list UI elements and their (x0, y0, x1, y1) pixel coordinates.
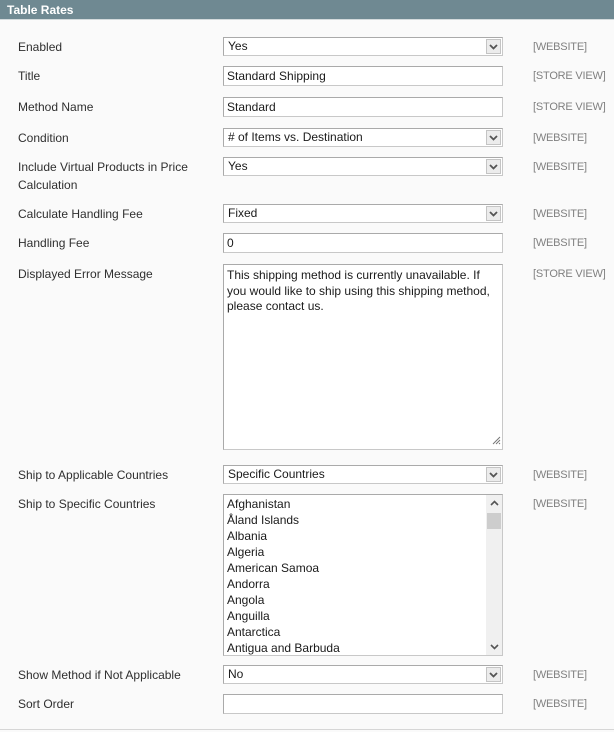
resize-grip-icon[interactable] (492, 434, 501, 448)
label-include-virtual-products: Include Virtual Products in Price Calcul… (18, 160, 188, 192)
include-virtual-products-value: Yes (228, 159, 248, 173)
displayed-error-message-textarea[interactable]: This shipping method is currently unavai… (223, 264, 503, 450)
country-option[interactable]: Antarctica (227, 624, 484, 640)
scope-method-name: [STORE VIEW] (533, 101, 606, 113)
scope-ship-to-specific-countries: [WEBSITE] (533, 498, 587, 510)
scope-calculate-handling-fee: [WEBSITE] (533, 208, 587, 220)
include-virtual-products-select[interactable]: Yes (223, 157, 503, 176)
scope-handling-fee: [WEBSITE] (533, 237, 587, 249)
label-calculate-handling-fee: Calculate Handling Fee (18, 207, 143, 221)
country-option[interactable]: Albania (227, 528, 484, 544)
handling-fee-input[interactable]: 0 (223, 233, 503, 253)
label-method-name: Method Name (18, 100, 94, 114)
method-name-input[interactable]: Standard (223, 97, 503, 117)
scrollbar[interactable] (486, 495, 502, 655)
section-header-table-rates[interactable]: Table Rates (0, 0, 614, 20)
condition-select[interactable]: # of Items vs. Destination (223, 128, 503, 147)
enabled-value: Yes (228, 39, 248, 53)
title-value: Standard Shipping (227, 69, 326, 83)
country-option[interactable]: Åland Islands (227, 512, 484, 528)
country-options: Afghanistan Åland Islands Albania Algeri… (227, 496, 484, 655)
condition-value: # of Items vs. Destination (228, 130, 363, 144)
section-title: Table Rates (7, 3, 74, 17)
label-condition: Condition (18, 131, 69, 145)
country-option[interactable]: Andorra (227, 576, 484, 592)
country-option[interactable]: Algeria (227, 544, 484, 560)
country-option[interactable]: Angola (227, 592, 484, 608)
ship-to-applicable-countries-value: Specific Countries (228, 467, 325, 481)
enabled-select[interactable]: Yes (223, 37, 503, 56)
calculate-handling-fee-value: Fixed (228, 206, 258, 220)
country-option[interactable]: American Samoa (227, 560, 484, 576)
calculate-handling-fee-select[interactable]: Fixed (223, 204, 503, 223)
scope-title: [STORE VIEW] (533, 70, 606, 82)
chevron-down-icon[interactable] (486, 206, 501, 221)
scope-displayed-error-message: [STORE VIEW] (533, 268, 606, 280)
displayed-error-message-value: This shipping method is currently unavai… (227, 268, 490, 313)
show-method-if-not-applicable-select[interactable]: No (223, 665, 503, 684)
label-title: Title (18, 69, 41, 83)
country-option[interactable]: Afghanistan (227, 496, 484, 512)
section-bottom-divider (0, 729, 614, 730)
label-enabled: Enabled (18, 40, 63, 54)
scrollbar-thumb[interactable] (487, 513, 501, 529)
show-method-if-not-applicable-value: No (228, 667, 244, 681)
scope-show-method-if-not-applicable: [WEBSITE] (533, 669, 587, 681)
label-ship-to-applicable-countries: Ship to Applicable Countries (18, 468, 169, 482)
scope-enabled: [WEBSITE] (533, 41, 587, 53)
chevron-down-icon[interactable] (486, 159, 501, 174)
label-sort-order: Sort Order (18, 697, 75, 711)
title-input[interactable]: Standard Shipping (223, 66, 503, 86)
handling-fee-value: 0 (227, 236, 234, 250)
label-ship-to-specific-countries: Ship to Specific Countries (18, 497, 156, 511)
scope-include-virtual-products: [WEBSITE] (533, 161, 587, 173)
country-option[interactable]: Antigua and Barbuda (227, 640, 484, 655)
chevron-down-icon[interactable] (486, 39, 501, 54)
method-name-value: Standard (227, 100, 276, 114)
label-displayed-error-message: Displayed Error Message (18, 267, 153, 281)
country-option[interactable]: Anguilla (227, 608, 484, 624)
chevron-down-icon[interactable] (486, 667, 501, 682)
label-handling-fee: Handling Fee (18, 236, 90, 250)
chevron-down-icon[interactable] (486, 130, 501, 145)
scope-sort-order: [WEBSITE] (533, 698, 587, 710)
chevron-up-icon[interactable] (486, 495, 502, 511)
chevron-down-icon[interactable] (486, 639, 502, 655)
scope-ship-to-applicable-countries: [WEBSITE] (533, 469, 587, 481)
ship-to-applicable-countries-select[interactable]: Specific Countries (223, 465, 503, 484)
scope-condition: [WEBSITE] (533, 132, 587, 144)
sort-order-input[interactable] (223, 694, 503, 714)
ship-to-specific-countries-multiselect[interactable]: Afghanistan Åland Islands Albania Algeri… (223, 494, 503, 656)
label-show-method-if-not-applicable: Show Method if Not Applicable (18, 668, 181, 682)
chevron-down-icon[interactable] (486, 467, 501, 482)
